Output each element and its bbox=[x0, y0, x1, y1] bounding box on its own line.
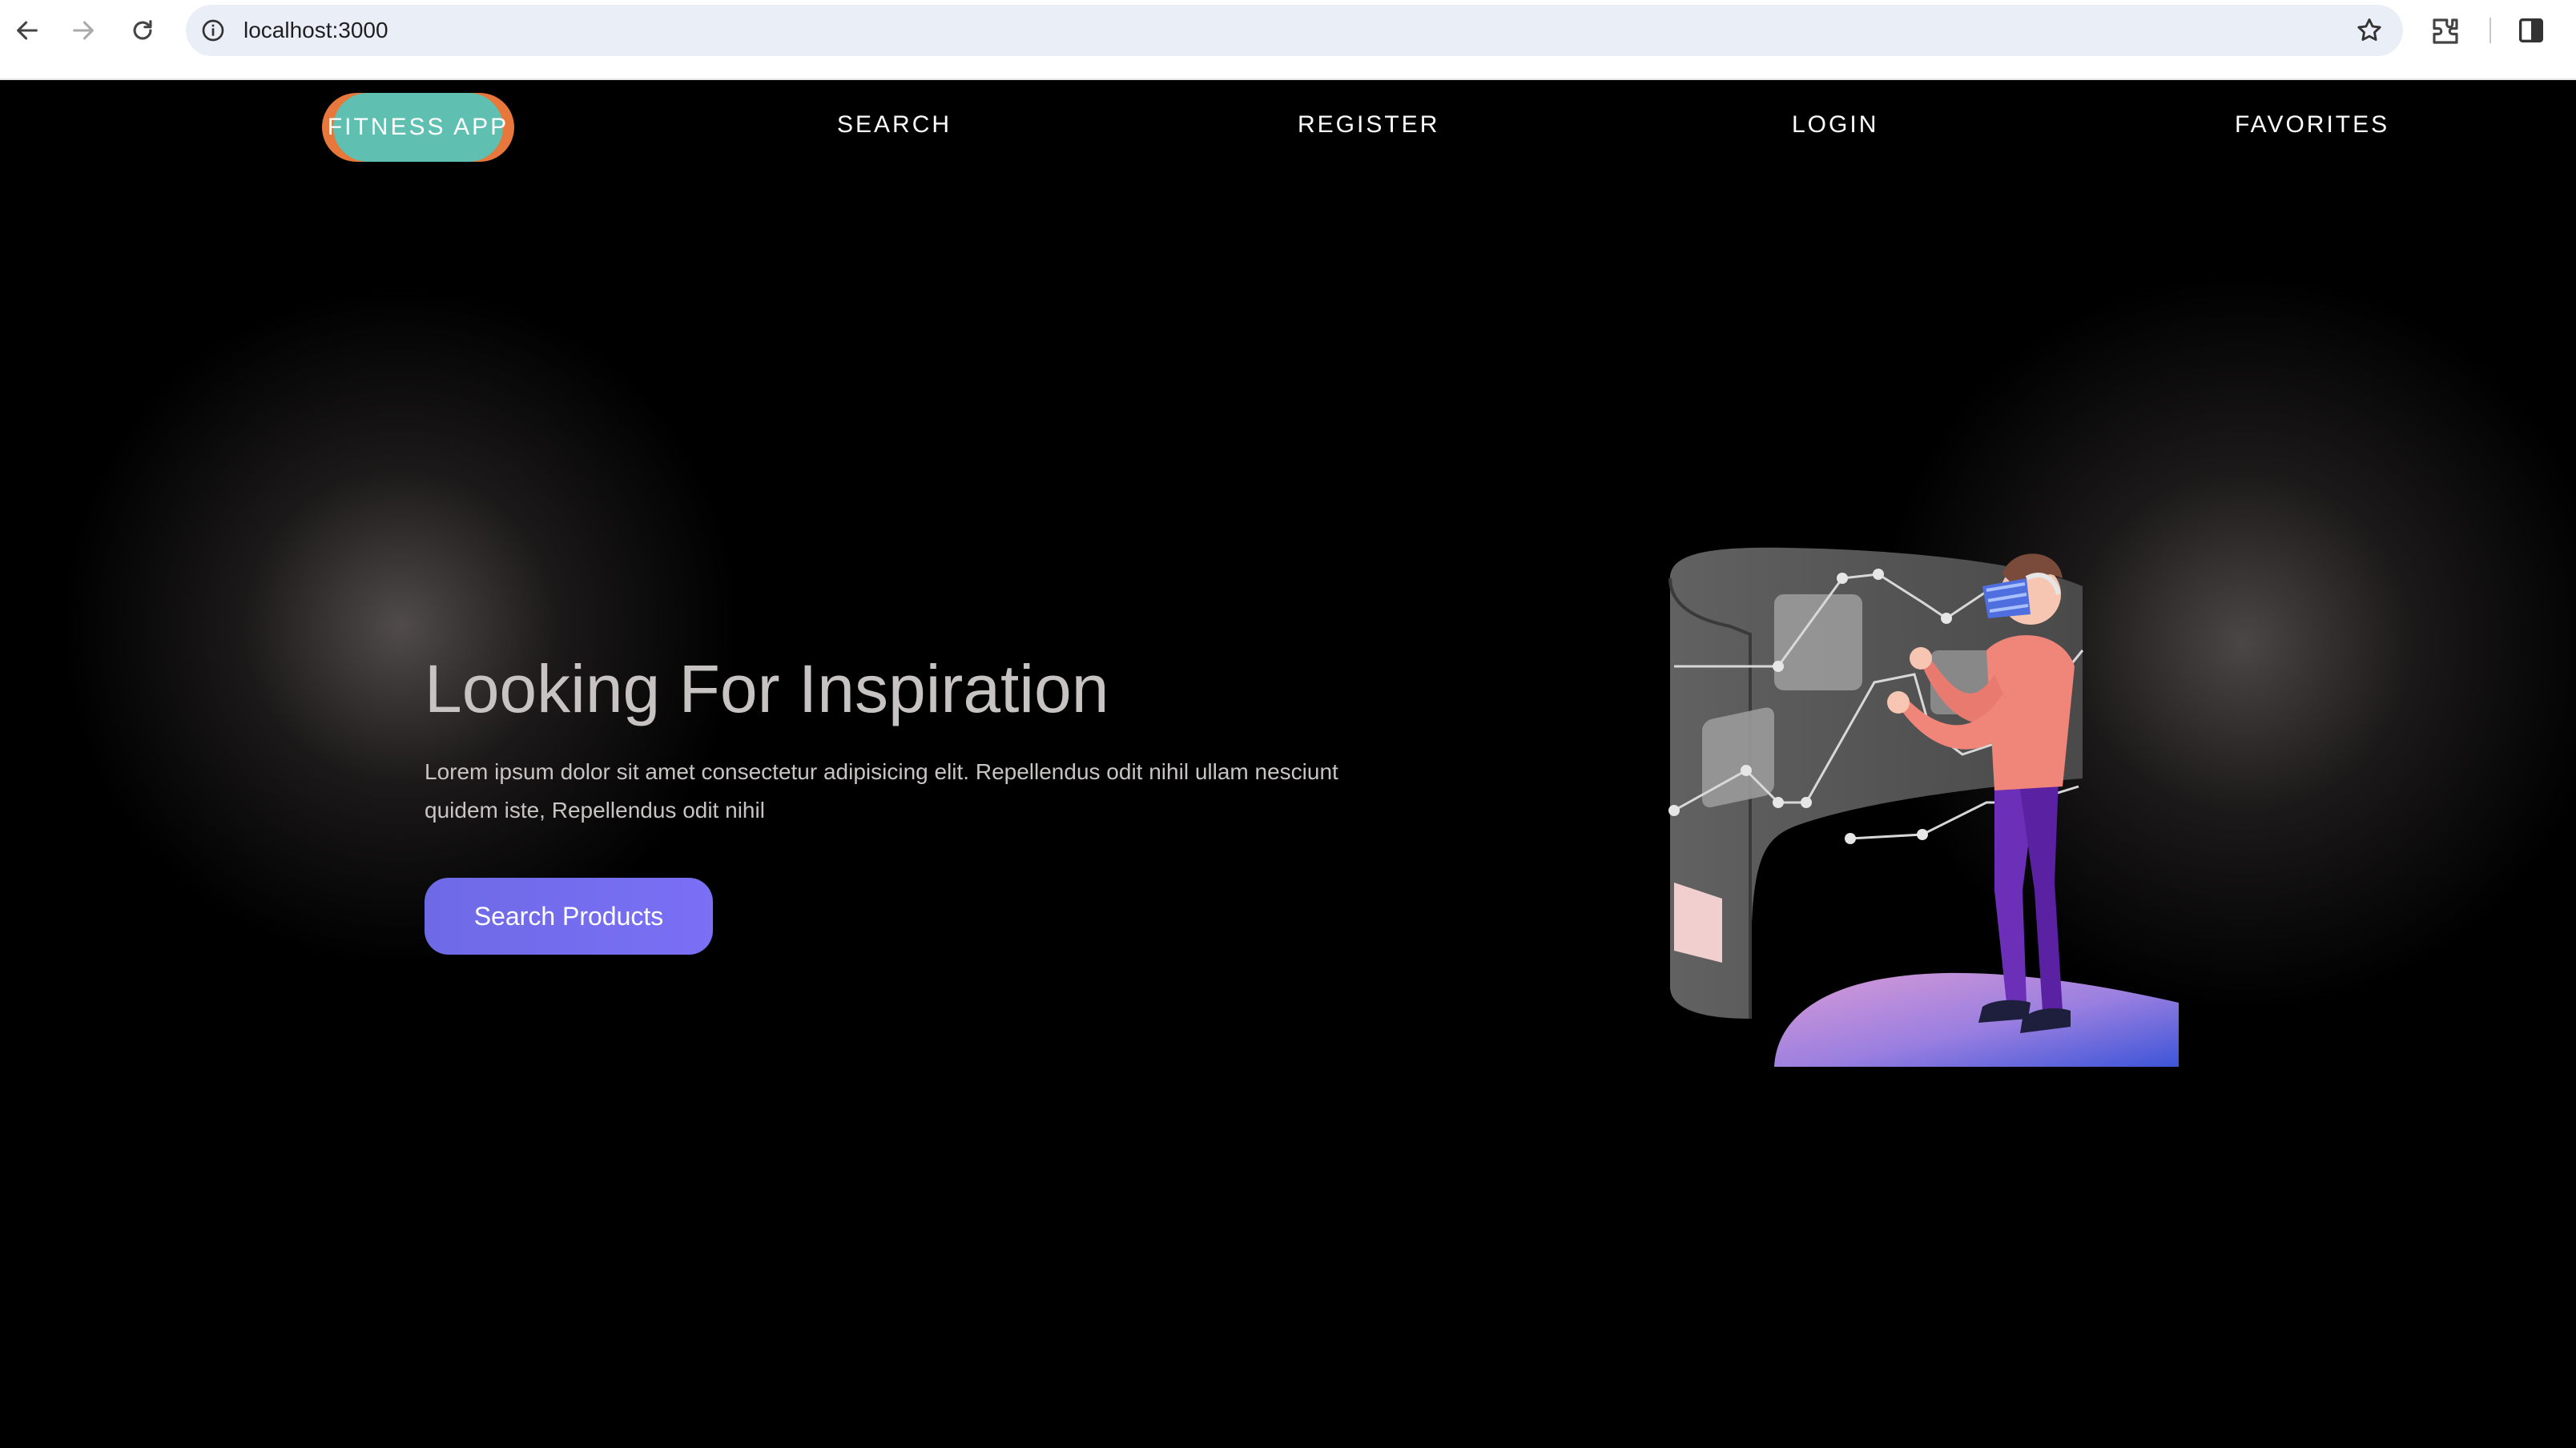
forward-button[interactable] bbox=[67, 14, 99, 46]
hand bbox=[1910, 647, 1932, 670]
nav-link-login[interactable]: LOGIN bbox=[1792, 109, 1878, 141]
url-text: localhost:3000 bbox=[244, 18, 388, 42]
toolbar-separator bbox=[2489, 18, 2491, 43]
back-arrow-icon bbox=[17, 21, 38, 40]
hero-title: Looking For Inspiration bbox=[425, 651, 1109, 726]
browser-toolbar: localhost:3000 bbox=[0, 0, 2576, 80]
nav-link-register[interactable]: REGISTER bbox=[1298, 109, 1439, 141]
info-icon[interactable] bbox=[200, 18, 226, 43]
screen-panel bbox=[1774, 594, 1862, 690]
hero-description: Lorem ipsum dolor sit amet consectetur a… bbox=[425, 759, 1338, 823]
screen-panel bbox=[1702, 707, 1774, 808]
extensions-icon[interactable] bbox=[2429, 14, 2462, 48]
reload-icon bbox=[133, 20, 152, 40]
side-panel-icon[interactable] bbox=[2515, 14, 2547, 46]
brand-logo-link[interactable]: FITNESS APP bbox=[322, 93, 514, 162]
search-products-button[interactable]: Search Products bbox=[425, 878, 713, 955]
vr-user-illustration bbox=[1668, 547, 2179, 1067]
brand-name: FITNESS APP bbox=[327, 114, 509, 140]
star-icon[interactable] bbox=[2355, 16, 2384, 45]
hand bbox=[1887, 691, 1910, 714]
nav-link-search[interactable]: SEARCH bbox=[837, 109, 952, 141]
address-bar[interactable]: localhost:3000 bbox=[186, 5, 2403, 56]
forward-arrow-icon bbox=[73, 21, 94, 40]
floor-platform bbox=[1774, 972, 2179, 1067]
reload-button[interactable] bbox=[127, 14, 159, 46]
page-content: FITNESS APP SEARCH REGISTER LOGIN FAVORI… bbox=[0, 82, 2576, 1448]
back-button[interactable] bbox=[11, 14, 43, 46]
nav-link-favorites[interactable]: FAVORITES bbox=[2235, 109, 2389, 141]
